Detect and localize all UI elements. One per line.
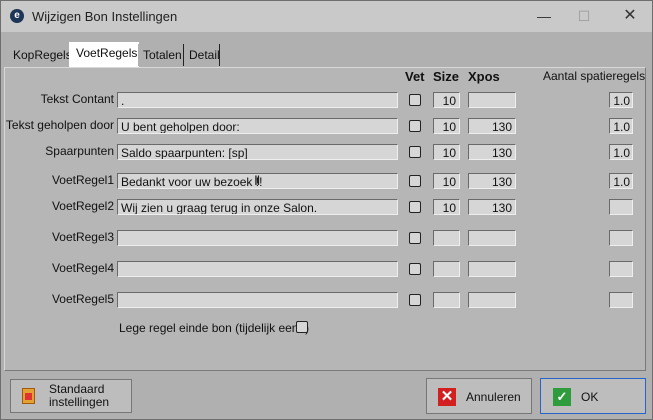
voetregels-panel bbox=[4, 67, 646, 371]
close-icon[interactable]: ✕ bbox=[615, 5, 645, 27]
lege-regel-label: Lege regel einde bon (tijdelijk een .) bbox=[119, 321, 310, 335]
annuleren-button[interactable]: ✕ Annuleren bbox=[426, 378, 532, 414]
voetregel2-input[interactable]: Wij zien u graag terug in onze Salon. bbox=[117, 199, 398, 215]
col-header-size: Size bbox=[433, 69, 460, 84]
tab-totalen[interactable]: Totalen bbox=[138, 44, 184, 66]
vet-checkbox[interactable] bbox=[409, 232, 421, 244]
tab-detail[interactable]: Detail bbox=[184, 44, 220, 66]
row-label: VoetRegel2 bbox=[51, 199, 114, 213]
xpos-input[interactable] bbox=[468, 92, 516, 108]
settings-document-icon bbox=[22, 388, 35, 404]
voetregel4-input[interactable] bbox=[117, 261, 398, 277]
row-label: Tekst Contant bbox=[40, 92, 114, 106]
tekst-geholpen-input[interactable]: U bent geholpen door: bbox=[117, 118, 398, 134]
window-title: Wijzigen Bon Instellingen bbox=[32, 9, 178, 24]
row-label: VoetRegel1 bbox=[51, 173, 114, 187]
vet-checkbox[interactable] bbox=[409, 175, 421, 187]
spatieregels-input[interactable]: 1.0 bbox=[609, 118, 633, 134]
size-input[interactable]: 10 bbox=[433, 118, 460, 134]
vet-checkbox[interactable] bbox=[409, 120, 421, 132]
col-header-vet: Vet bbox=[405, 69, 425, 84]
spatieregels-input[interactable] bbox=[609, 292, 633, 308]
xpos-input[interactable]: 130 bbox=[468, 199, 516, 215]
tab-kopregels[interactable]: KopRegels bbox=[8, 44, 72, 66]
tab-voetregels[interactable]: VoetRegels bbox=[69, 42, 139, 68]
vet-checkbox[interactable] bbox=[409, 263, 421, 275]
instellingen-label: instellingen bbox=[49, 395, 110, 409]
row-label: VoetRegel4 bbox=[51, 261, 114, 275]
size-input[interactable] bbox=[433, 230, 460, 246]
row-label: Tekst geholpen door bbox=[5, 118, 114, 132]
xpos-input[interactable]: 130 bbox=[468, 144, 516, 160]
vet-checkbox[interactable] bbox=[409, 94, 421, 106]
xpos-input[interactable] bbox=[468, 261, 516, 277]
vet-checkbox[interactable] bbox=[409, 201, 421, 213]
voetregel5-input[interactable] bbox=[117, 292, 398, 308]
col-header-xpos: Xpos bbox=[468, 69, 500, 84]
vet-checkbox[interactable] bbox=[409, 146, 421, 158]
annuleren-label: Annuleren bbox=[466, 390, 521, 404]
ok-button[interactable]: ✓ OK bbox=[540, 378, 646, 414]
title-bar: e Wijzigen Bon Instellingen — ☐ ✕ bbox=[1, 1, 652, 32]
check-icon: ✓ bbox=[553, 388, 571, 406]
xpos-input[interactable] bbox=[468, 230, 516, 246]
minimize-icon[interactable]: — bbox=[529, 5, 559, 27]
spatieregels-input[interactable]: 1.0 bbox=[609, 92, 633, 108]
app-logo-icon: e bbox=[10, 9, 24, 23]
spatieregels-input[interactable]: 1.0 bbox=[609, 173, 633, 189]
ok-label: OK bbox=[581, 390, 599, 404]
xpos-input[interactable] bbox=[468, 292, 516, 308]
xpos-input[interactable]: 130 bbox=[468, 173, 516, 189]
lege-regel-checkbox[interactable] bbox=[296, 321, 308, 333]
standaard-instellingen-button[interactable]: Standaard instellingen bbox=[10, 379, 132, 413]
xpos-input[interactable]: 130 bbox=[468, 118, 516, 134]
size-input[interactable]: 10 bbox=[433, 173, 460, 189]
spaarpunten-input[interactable]: Saldo spaarpunten: [sp] bbox=[117, 144, 398, 160]
row-label: VoetRegel5 bbox=[51, 292, 114, 306]
spatieregels-input[interactable]: 1.0 bbox=[609, 144, 633, 160]
size-input[interactable] bbox=[433, 261, 460, 277]
size-input[interactable] bbox=[433, 292, 460, 308]
row-label: Spaarpunten bbox=[45, 144, 114, 158]
size-input[interactable]: 10 bbox=[433, 92, 460, 108]
maximize-icon[interactable]: ☐ bbox=[569, 5, 599, 27]
col-header-spatieregels: Aantal spatieregels bbox=[543, 69, 646, 83]
size-input[interactable]: 10 bbox=[433, 199, 460, 215]
spatieregels-input[interactable] bbox=[609, 230, 633, 246]
text-cursor-icon: Ⅱ bbox=[254, 173, 261, 188]
spatieregels-input[interactable] bbox=[609, 261, 633, 277]
cancel-x-icon: ✕ bbox=[438, 388, 456, 406]
voetregel3-input[interactable] bbox=[117, 230, 398, 246]
size-input[interactable]: 10 bbox=[433, 144, 460, 160]
spatieregels-input[interactable] bbox=[609, 199, 633, 215]
tekst-contant-input[interactable]: . bbox=[117, 92, 398, 108]
vet-checkbox[interactable] bbox=[409, 294, 421, 306]
dialog-window: e Wijzigen Bon Instellingen — ☐ ✕ KopReg… bbox=[0, 0, 653, 420]
row-label: VoetRegel3 bbox=[51, 230, 114, 244]
